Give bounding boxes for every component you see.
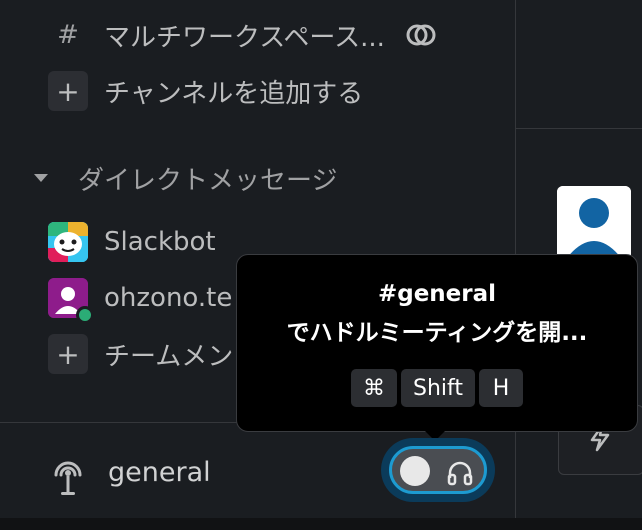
user-avatar — [48, 278, 94, 324]
channel-label: マルチワークスペース... — [104, 22, 385, 53]
channel-row-multi-workspace[interactable]: # マルチワークスペース... — [48, 15, 437, 55]
huddle-icon — [48, 453, 88, 501]
dm-label: ohzono.te — [104, 283, 233, 313]
shortcut-keys: ⌘ Shift H — [350, 369, 523, 407]
shared-channel-icon — [405, 23, 437, 47]
tooltip-channel: #general — [377, 281, 497, 307]
plus-icon: + — [48, 334, 88, 374]
headphones-icon — [446, 460, 474, 490]
add-channel-label: チャンネルを追加する — [104, 78, 364, 109]
toggle-knob — [400, 456, 430, 486]
add-teammate-label: チームメン — [104, 341, 234, 372]
hash-icon: # — [57, 20, 79, 50]
dm-section-header[interactable]: ダイレクトメッセージ — [34, 158, 337, 198]
caret-down-icon — [34, 174, 48, 182]
huddle-tooltip: #general でハドルミーティングを開... ⌘ Shift H — [236, 254, 638, 432]
dm-row-user[interactable]: ohzono.te — [48, 278, 233, 324]
plus-icon: + — [48, 71, 88, 111]
dm-section-label: ダイレクトメッセージ — [78, 165, 338, 196]
key-h: H — [479, 369, 523, 407]
tooltip-action: でハドルミーティングを開... — [286, 320, 588, 346]
divider — [516, 128, 642, 129]
add-teammate-row[interactable]: + チームメン — [48, 334, 233, 374]
bottom-strip — [0, 518, 642, 530]
huddle-channel-name: general — [108, 457, 211, 488]
key-command: ⌘ — [350, 369, 397, 407]
key-shift: Shift — [400, 369, 475, 407]
slackbot-avatar — [48, 222, 88, 262]
dm-row-slackbot[interactable]: Slackbot — [48, 222, 216, 262]
dm-label: Slackbot — [104, 227, 216, 257]
add-channel-row[interactable]: + チャンネルを追加する — [48, 71, 363, 111]
online-status-indicator — [76, 306, 94, 324]
